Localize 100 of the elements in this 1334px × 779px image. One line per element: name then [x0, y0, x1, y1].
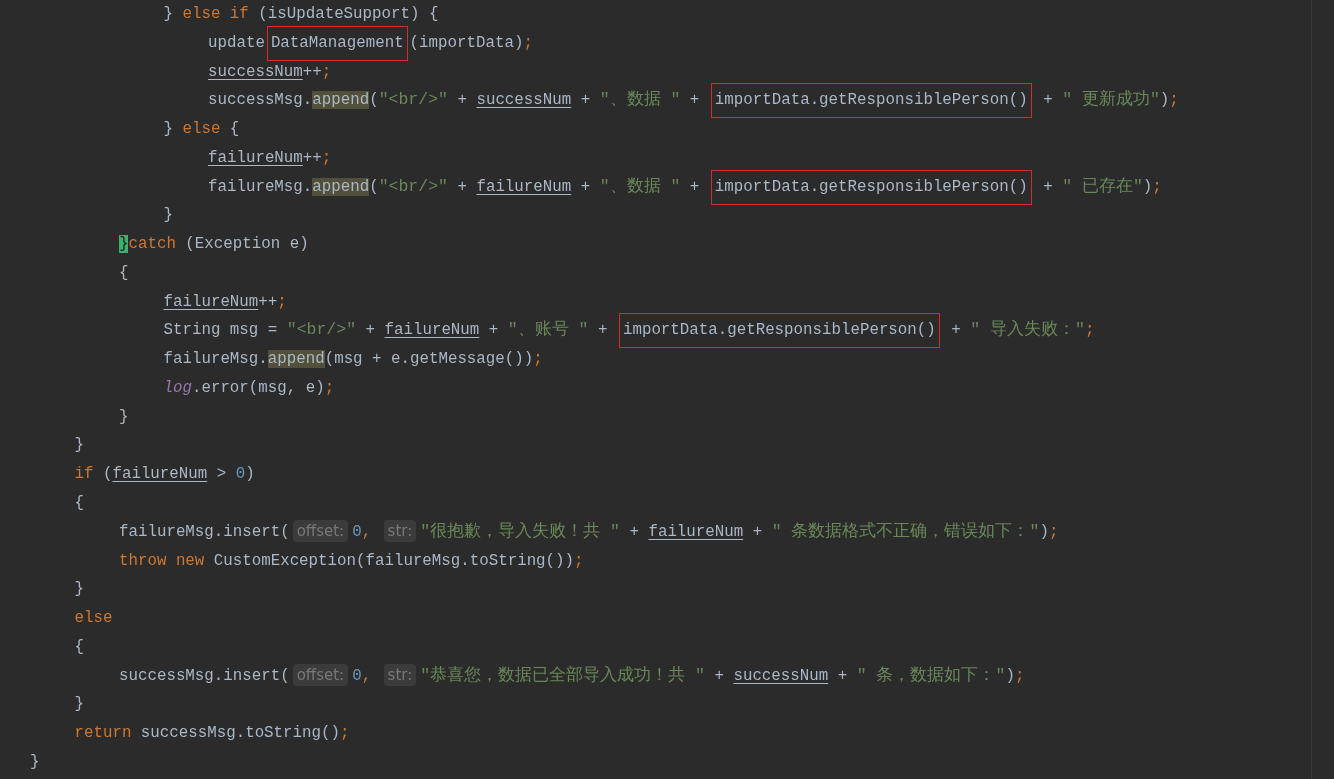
- highlighted-method: append: [312, 177, 370, 196]
- variable-name: successNum: [208, 62, 303, 81]
- string-literal: "、账号 ": [507, 320, 589, 340]
- code-text: }: [163, 5, 174, 23]
- code-text: ++: [258, 292, 278, 311]
- number-literal: 0: [352, 666, 362, 685]
- code-text: ++: [302, 62, 322, 81]
- variable-name: failureNum: [384, 321, 480, 340]
- keyword: else: [182, 120, 221, 139]
- variable-name: failureNum: [163, 292, 259, 311]
- string-literal: "<br/>": [286, 320, 357, 340]
- code-text: }: [163, 206, 173, 225]
- boxed-code: importData.getResponsiblePerson(): [710, 83, 1032, 119]
- variable-name: successNum: [476, 91, 572, 110]
- parameter-hint: offset:: [292, 663, 349, 686]
- code-text: +: [487, 321, 500, 340]
- string-literal: "<br/>": [378, 176, 448, 196]
- keyword: ;: [321, 148, 332, 167]
- code-text: }: [74, 695, 84, 714]
- code-text: CustomException(failureMsg.toString()): [212, 551, 575, 570]
- keyword: ;: [277, 292, 287, 311]
- code-text: +: [688, 91, 701, 110]
- code-text: (: [369, 177, 379, 196]
- keyword: ,: [361, 666, 373, 685]
- code-text: (: [101, 465, 113, 484]
- code-text: }: [74, 436, 84, 455]
- string-literal: "恭喜您，数据已全部导入成功！共 ": [420, 665, 705, 685]
- keyword: ;: [1169, 91, 1179, 110]
- code-text: (: [369, 91, 379, 110]
- code-text: +: [713, 666, 725, 685]
- keyword: ;: [324, 378, 335, 397]
- keyword: else: [74, 609, 113, 628]
- code-text: {: [228, 120, 240, 139]
- keyword: ,: [361, 522, 373, 541]
- code-text: ): [1005, 666, 1015, 685]
- code-text: ++: [302, 148, 322, 167]
- code-text: +: [364, 321, 377, 340]
- variable-name: failureNum: [112, 465, 208, 484]
- keyword: return: [74, 724, 132, 743]
- highlighted-method: append: [312, 91, 370, 110]
- string-literal: " 已存在": [1062, 176, 1143, 196]
- variable-name: failureNum: [648, 522, 744, 541]
- code-text: (isUpdateSupport) {: [257, 5, 439, 23]
- string-literal: " 条数据格式不正确，错误如下：": [771, 521, 1040, 541]
- string-literal: "、数据 ": [599, 176, 681, 196]
- code-text: String msg =: [163, 321, 279, 340]
- number-literal: 0: [235, 465, 246, 484]
- parameter-hint: str:: [383, 519, 417, 542]
- matched-brace: }: [119, 235, 129, 254]
- code-text: >: [215, 465, 228, 484]
- keyword: if: [74, 465, 94, 484]
- code-text: }: [30, 752, 40, 771]
- string-literal: "、数据 ": [599, 90, 681, 110]
- code-text: +: [579, 177, 592, 196]
- code-text: +: [836, 666, 849, 685]
- code-text: .error(msg, e): [191, 378, 325, 397]
- variable-name: failureNum: [208, 148, 303, 167]
- code-text: }: [119, 407, 129, 426]
- string-literal: "很抱歉，导入失败！共 ": [420, 521, 620, 541]
- static-field: log: [163, 378, 192, 397]
- keyword: ;: [1152, 177, 1162, 196]
- code-text: (msg + e.getMessage()): [324, 350, 534, 369]
- code-text: {: [74, 494, 84, 512]
- code-text: +: [596, 321, 609, 340]
- keyword: catch: [128, 235, 176, 254]
- code-text: failureMsg.insert(: [119, 522, 290, 541]
- keyword: else if: [182, 5, 249, 23]
- code-text: +: [456, 91, 468, 110]
- string-literal: "<br/>": [378, 90, 448, 110]
- code-text: failureMsg.: [163, 350, 268, 369]
- boxed-code: DataManagement: [266, 25, 408, 61]
- code-text: +: [628, 522, 640, 541]
- keyword: ;: [523, 33, 533, 52]
- code-text: +: [1042, 177, 1054, 196]
- parameter-hint: str:: [383, 663, 417, 686]
- code-text: ): [1159, 91, 1170, 110]
- keyword: ;: [1048, 522, 1059, 541]
- number-literal: 0: [352, 522, 362, 541]
- code-text: ): [1039, 522, 1049, 541]
- code-text: successMsg.toString(): [139, 724, 340, 743]
- keyword: throw new: [119, 551, 205, 570]
- code-text: failureMsg.: [208, 177, 313, 196]
- code-text: +: [950, 321, 962, 340]
- code-text: {: [74, 637, 84, 656]
- code-text: }: [163, 120, 174, 139]
- code-text: successMsg.: [208, 91, 313, 110]
- code-text: +: [456, 177, 468, 196]
- code-text: +: [751, 522, 764, 541]
- variable-name: successNum: [733, 666, 829, 685]
- highlighted-method: append: [267, 350, 325, 369]
- code-text: +: [579, 91, 592, 110]
- keyword: ;: [1014, 666, 1025, 685]
- code-text: ): [245, 465, 255, 484]
- code-text: update: [208, 33, 265, 52]
- code-text: successMsg.insert(: [119, 666, 290, 685]
- code-text: +: [1042, 91, 1054, 110]
- keyword: ;: [321, 62, 332, 81]
- variable-name: failureNum: [476, 177, 572, 196]
- boxed-code: importData.getResponsiblePerson(): [710, 169, 1032, 205]
- code-text: (importData): [409, 33, 524, 52]
